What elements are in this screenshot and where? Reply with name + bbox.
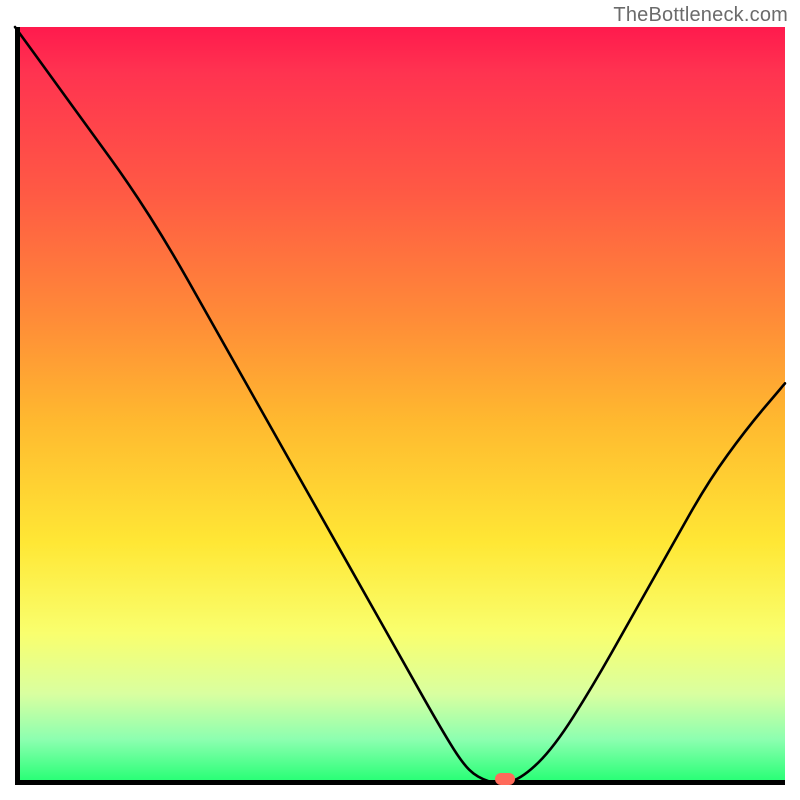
- bottleneck-curve: [15, 27, 785, 785]
- chart-container: TheBottleneck.com: [0, 0, 800, 800]
- optimal-marker: [495, 773, 515, 785]
- curve-path: [15, 27, 785, 783]
- watermark-text: TheBottleneck.com: [613, 4, 788, 27]
- plot-area: [15, 27, 785, 785]
